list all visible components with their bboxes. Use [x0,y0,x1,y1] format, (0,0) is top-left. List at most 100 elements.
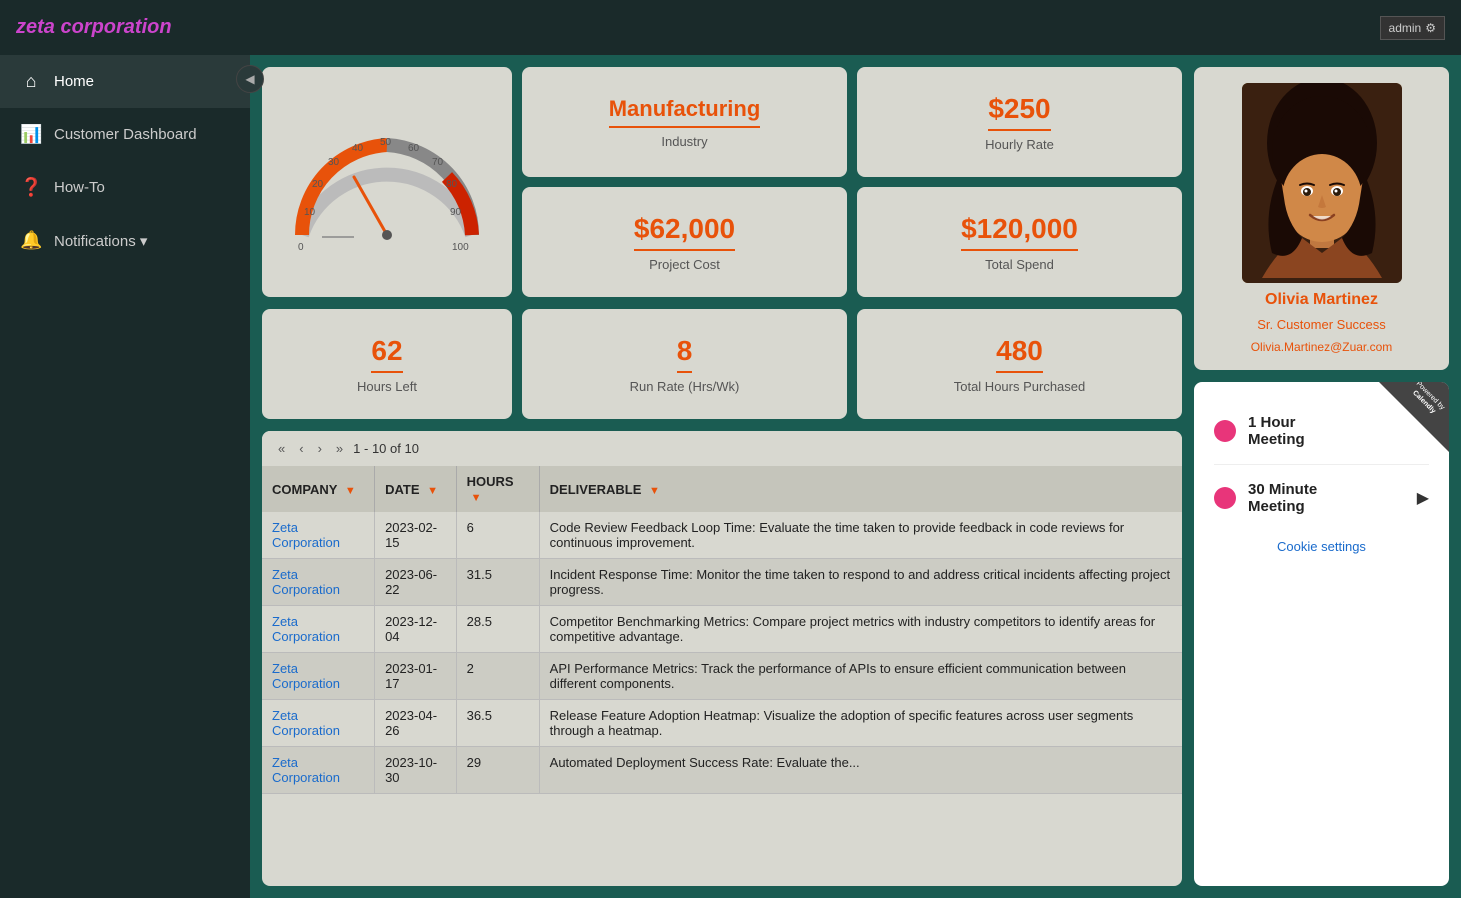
cell-company: Zeta Corporation [262,700,375,747]
profile-title: Sr. Customer Success [1257,317,1386,332]
svg-text:30: 30 [328,157,340,168]
cell-deliverable: Automated Deployment Success Rate: Evalu… [539,747,1182,794]
cell-date: 2023-12-04 [375,606,457,653]
sidebar-item-how-to-label: How-To [54,179,105,196]
chart-icon: 📊 [20,124,42,145]
cell-company: Zeta Corporation [262,512,375,559]
sidebar-item-how-to[interactable]: ❓ How-To [0,161,250,214]
gauge-card: 0 10 20 30 40 50 60 70 80 90 100 [262,67,512,297]
industry-label: Industry [661,134,707,149]
stats-row2: 62 Hours Left 8 Run Rate (Hrs/Wk) 480 To… [262,309,1182,419]
portrait-svg [1242,83,1402,283]
cell-deliverable: Competitor Benchmarking Metrics: Compare… [539,606,1182,653]
cell-hours: 29 [456,747,539,794]
cell-company: Zeta Corporation [262,747,375,794]
sidebar-item-notifications[interactable]: 🔔 Notifications ▾ [0,214,250,267]
svg-text:90: 90 [450,207,462,218]
cell-hours: 2 [456,653,539,700]
table-row: Zeta Corporation 2023-02-15 6 Code Revie… [262,512,1182,559]
svg-text:70: 70 [432,157,444,168]
cell-company: Zeta Corporation [262,606,375,653]
table-row: Zeta Corporation 2023-04-26 36.5 Release… [262,700,1182,747]
prev-page-button[interactable]: ‹ [295,439,307,458]
sidebar-toggle[interactable]: ◀ [236,65,264,93]
admin-button[interactable]: admin ⚙ [1380,16,1445,40]
pagination-info: 1 - 10 of 10 [353,441,419,456]
calendly-card: Powered by Calendly 1 HourMeeting 30 Min… [1194,382,1449,886]
cell-date: 2023-04-26 [375,700,457,747]
bell-icon: 🔔 [20,230,42,251]
profile-email: Olivia.Martinez@Zuar.com [1251,340,1393,354]
table-row: Zeta Corporation 2023-12-04 28.5 Competi… [262,606,1182,653]
company-filter-icon[interactable]: ▼ [345,485,356,497]
cell-date: 2023-01-17 [375,653,457,700]
right-panel: Olivia Martinez Sr. Customer Success Oli… [1194,67,1449,886]
cell-hours: 28.5 [456,606,539,653]
meeting-label-30min: 30 MinuteMeeting [1248,481,1405,515]
svg-text:20: 20 [312,179,324,190]
admin-label: admin [1389,21,1422,35]
cell-hours: 36.5 [456,700,539,747]
cell-date: 2023-06-22 [375,559,457,606]
date-filter-icon[interactable]: ▼ [427,485,438,497]
col-company[interactable]: COMPANY ▼ [262,466,375,512]
total-hours-value: 480 [996,335,1043,373]
cell-deliverable: Incident Response Time: Monitor the time… [539,559,1182,606]
profile-card: Olivia Martinez Sr. Customer Success Oli… [1194,67,1449,370]
svg-text:80: 80 [446,179,458,190]
deliverable-filter-icon[interactable]: ▼ [649,485,660,497]
profile-image [1242,83,1402,283]
cell-deliverable: Code Review Feedback Loop Time: Evaluate… [539,512,1182,559]
gauge-chart: 0 10 20 30 40 50 60 70 80 90 100 [282,105,492,260]
cell-hours: 6 [456,512,539,559]
content-area: 0 10 20 30 40 50 60 70 80 90 100 [250,55,1461,898]
topbar: zeta corporation admin ⚙ [0,0,1461,55]
col-deliverable[interactable]: DELIVERABLE ▼ [539,466,1182,512]
table-nav: « ‹ › » 1 - 10 of 10 [262,431,1182,466]
first-page-button[interactable]: « [274,439,289,458]
main-panel: 0 10 20 30 40 50 60 70 80 90 100 [262,67,1182,886]
main-layout: ◀ ⌂ Home 📊 Customer Dashboard ❓ How-To 🔔… [0,55,1461,898]
sidebar-item-home[interactable]: ⌂ Home [0,55,250,108]
cell-company: Zeta Corporation [262,653,375,700]
project-cost-card: $62,000 Project Cost [522,187,847,297]
meeting-divider [1214,464,1429,465]
hourly-rate-card: $250 Hourly Rate [857,67,1182,177]
hourly-rate-label: Hourly Rate [985,137,1054,152]
cell-deliverable: API Performance Metrics: Track the perfo… [539,653,1182,700]
total-spend-label: Total Spend [985,257,1054,272]
col-hours[interactable]: HOURS ▼ [456,466,539,512]
profile-name: Olivia Martinez [1265,291,1378,309]
svg-text:50: 50 [380,137,392,148]
sidebar-item-home-label: Home [54,73,94,90]
svg-text:100: 100 [452,242,469,253]
hourly-rate-value: $250 [988,93,1050,131]
hours-filter-icon[interactable]: ▼ [471,492,482,504]
sidebar-item-customer-dashboard-label: Customer Dashboard [54,126,197,143]
hours-left-card: 62 Hours Left [262,309,512,419]
cell-date: 2023-10-30 [375,747,457,794]
total-hours-label: Total Hours Purchased [954,379,1086,394]
sidebar-item-customer-dashboard[interactable]: 📊 Customer Dashboard [0,108,250,161]
meeting-arrow-icon[interactable]: ▶ [1417,488,1429,508]
next-page-button[interactable]: › [314,439,326,458]
total-spend-value: $120,000 [961,213,1078,251]
brand-title: zeta corporation [16,16,172,39]
cell-hours: 31.5 [456,559,539,606]
calendly-badge-container: Powered by Calendly [1379,382,1449,452]
table-row: Zeta Corporation 2023-06-22 31.5 Inciden… [262,559,1182,606]
run-rate-value: 8 [677,335,693,373]
table-scroll[interactable]: COMPANY ▼ DATE ▼ HOURS ▼ DELIVERABLE ▼ Z… [262,466,1182,886]
last-page-button[interactable]: » [332,439,347,458]
run-rate-card: 8 Run Rate (Hrs/Wk) [522,309,847,419]
cell-deliverable: Release Feature Adoption Heatmap: Visual… [539,700,1182,747]
cookie-settings-link[interactable]: Cookie settings [1214,539,1429,554]
sidebar-item-notifications-label: Notifications ▾ [54,232,147,250]
col-date[interactable]: DATE ▼ [375,466,457,512]
total-hours-card: 480 Total Hours Purchased [857,309,1182,419]
svg-text:10: 10 [304,207,316,218]
table-row: Zeta Corporation 2023-10-30 29 Automated… [262,747,1182,794]
home-icon: ⌂ [20,71,42,92]
hours-left-label: Hours Left [357,379,417,394]
meeting-item-30min[interactable]: 30 MinuteMeeting ▶ [1214,469,1429,527]
